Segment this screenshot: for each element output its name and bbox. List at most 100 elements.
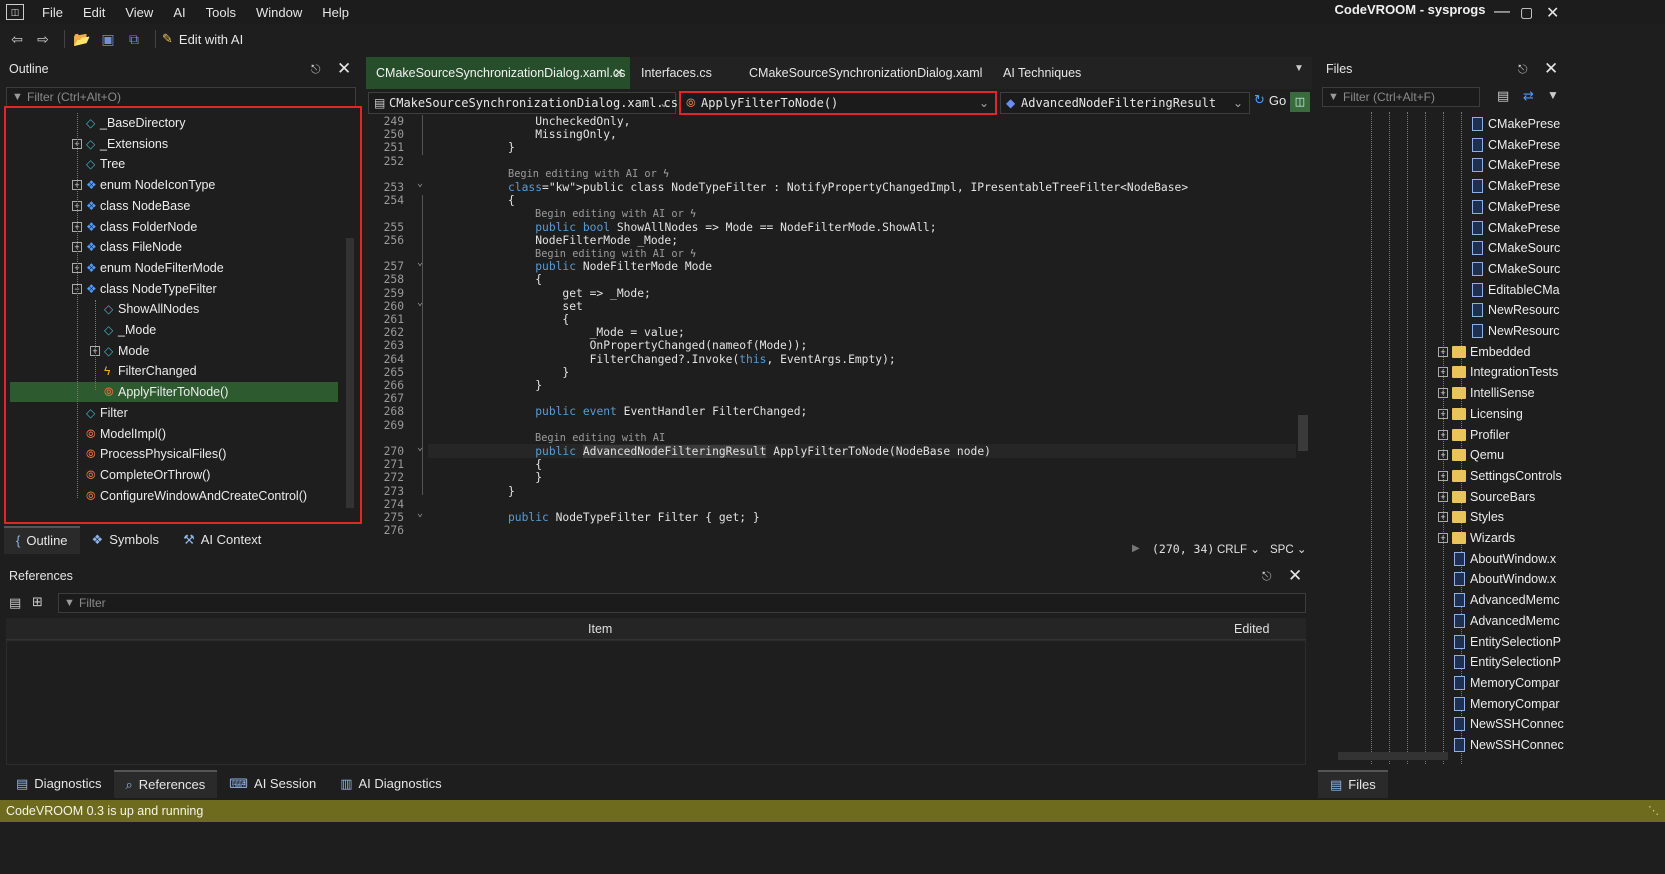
outline-item[interactable]: ◇ Filter xyxy=(10,403,338,423)
outline-item[interactable]: ϟ FilterChanged xyxy=(10,361,338,381)
outline-item[interactable]: + ❖ enum NodeIconType xyxy=(10,175,338,195)
sync-icon[interactable]: ⇄ xyxy=(1523,88,1534,104)
tab-files[interactable]: ▤ Files xyxy=(1318,770,1388,798)
menu-file[interactable]: File xyxy=(32,5,73,20)
file-item[interactable]: AboutWindow.x xyxy=(1318,569,1566,589)
resize-grip-icon[interactable]: ⋱ xyxy=(1648,800,1659,822)
file-item[interactable]: CMakePrese xyxy=(1318,114,1566,134)
column-item[interactable]: Item xyxy=(588,622,612,636)
save-icon[interactable]: ▣ xyxy=(97,28,119,50)
folder-item[interactable]: + Qemu xyxy=(1318,445,1566,465)
folder-item[interactable]: + IntelliSense xyxy=(1318,383,1566,403)
folder-item[interactable]: + Profiler xyxy=(1318,425,1566,445)
fold-chevron-icon[interactable]: ⌄ xyxy=(417,178,423,189)
go-button[interactable]: ↻ Go xyxy=(1254,92,1286,108)
expand-icon[interactable]: + xyxy=(1438,533,1448,543)
outline-item[interactable]: + ◇ _Extensions xyxy=(10,134,338,154)
menu-ai[interactable]: AI xyxy=(163,5,195,20)
close-outline-icon[interactable]: ✕ xyxy=(337,59,351,79)
expand-icon[interactable]: + xyxy=(1438,346,1448,357)
forward-icon[interactable]: ⇨ xyxy=(32,28,54,50)
outline-item[interactable]: ◇ Tree xyxy=(10,154,338,174)
file-item[interactable]: CMakePrese xyxy=(1318,218,1566,238)
pin-icon[interactable]: ⎋ xyxy=(1262,569,1272,584)
indent-selector[interactable]: SPC ⌄ xyxy=(1270,542,1307,556)
menu-edit[interactable]: Edit xyxy=(73,5,115,20)
menu-view[interactable]: View xyxy=(115,5,163,20)
menu-tools[interactable]: Tools xyxy=(196,5,246,20)
expand-icon[interactable]: + xyxy=(1438,388,1448,399)
tab-symbols[interactable]: ❖ Symbols xyxy=(80,526,172,554)
expand-icon[interactable]: + xyxy=(1438,450,1448,461)
file-item[interactable]: MemoryCompar xyxy=(1318,694,1566,714)
tab-references[interactable]: ⌕ References xyxy=(113,770,218,798)
file-item[interactable]: CMakeSourc xyxy=(1318,238,1566,258)
back-icon[interactable]: ⇦ xyxy=(6,28,28,50)
outline-item[interactable]: + ❖ enum NodeFilterMode xyxy=(10,258,338,278)
file-item[interactable]: CMakePrese xyxy=(1318,197,1566,217)
expand-icon[interactable]: + xyxy=(1438,429,1448,440)
outline-scrollbar[interactable] xyxy=(346,238,354,508)
ai-edit-hint[interactable]: Begin editing with AI or ϟ xyxy=(508,168,669,180)
outline-item[interactable]: ◇ _Mode xyxy=(10,320,338,340)
close-window-icon[interactable]: ✕ xyxy=(1546,3,1559,23)
files-scrollbar[interactable] xyxy=(1338,752,1448,760)
folder-item[interactable]: + Embedded xyxy=(1318,342,1566,362)
close-tab-icon[interactable]: ✕ xyxy=(614,57,624,89)
filter-toggle-icon[interactable]: ▼ xyxy=(1547,88,1559,102)
open-folder-icon[interactable]: 📂 xyxy=(71,28,93,50)
fold-chevron-icon[interactable]: ⌄ xyxy=(417,508,423,519)
outline-item[interactable]: ⦾ ModelImpl() xyxy=(10,424,338,444)
file-item[interactable]: MemoryCompar xyxy=(1318,673,1566,693)
outline-filter-input[interactable]: ▼ Filter (Ctrl+Alt+O) xyxy=(6,87,356,107)
lightning-icon[interactable]: ϟ xyxy=(657,168,669,180)
expand-icon[interactable]: + xyxy=(1438,491,1448,502)
outline-item[interactable]: ◇ _BaseDirectory xyxy=(10,113,338,133)
ai-edit-hint[interactable]: Begin editing with AI or ϟ xyxy=(535,208,696,220)
line-ending-selector[interactable]: CRLF ⌄ xyxy=(1217,542,1260,556)
file-item[interactable]: CMakePrese xyxy=(1318,155,1566,175)
file-item[interactable]: NewResourc xyxy=(1318,321,1566,341)
pin-icon[interactable]: ⎋ xyxy=(311,62,321,77)
scroll-right-icon[interactable]: ▶ xyxy=(1132,543,1140,554)
folder-item[interactable]: + SettingsControls xyxy=(1318,466,1566,486)
references-filter-input[interactable]: ▼ Filter xyxy=(58,593,1306,613)
file-item[interactable]: CMakePrese xyxy=(1318,135,1566,155)
tab-outline[interactable]: {Outline xyxy=(4,526,80,554)
folder-item[interactable]: + Styles xyxy=(1318,507,1566,527)
file-item[interactable]: EditableCMa xyxy=(1318,280,1566,300)
ai-edit-hint[interactable]: Begin editing with AI or ϟ xyxy=(535,248,696,260)
outline-item[interactable]: + ❖ class FolderNode xyxy=(10,217,338,237)
app-logo-icon[interactable]: ◫ xyxy=(6,4,24,20)
type-selector[interactable]: ◆ AdvancedNodeFilteringResult ⌄ xyxy=(1000,92,1250,114)
robot-icon[interactable]: ◫ xyxy=(1290,92,1310,112)
minimize-icon[interactable]: — xyxy=(1494,3,1510,21)
outline-item[interactable]: ⦾ ProcessPhysicalFiles() xyxy=(10,444,338,464)
file-item[interactable]: AboutWindow.x xyxy=(1318,549,1566,569)
tab-ai-diagnostics[interactable]: ▥ AI Diagnostics xyxy=(328,770,453,798)
editor-tab[interactable]: CMakeSourceSynchronizationDialog.xaml xyxy=(739,57,997,89)
file-item[interactable]: AdvancedMemc xyxy=(1318,611,1566,631)
close-files-icon[interactable]: ✕ xyxy=(1544,59,1558,79)
tab-ai-session[interactable]: ⌨ AI Session xyxy=(217,770,328,798)
lightning-icon[interactable]: ϟ xyxy=(684,248,696,260)
outline-item[interactable]: ◇ ShowAllNodes xyxy=(10,299,338,319)
file-item[interactable]: AdvancedMemc xyxy=(1318,590,1566,610)
expand-icon[interactable]: + xyxy=(1438,470,1448,481)
files-filter-input[interactable]: ▼ Filter (Ctrl+Alt+F) xyxy=(1322,87,1480,107)
file-item[interactable]: CMakePrese xyxy=(1318,176,1566,196)
expand-icon[interactable]: + xyxy=(1438,512,1448,523)
save-all-icon[interactable]: ⧉ xyxy=(123,28,145,50)
outline-item[interactable]: ⦾ ApplyFilterToNode() xyxy=(10,382,338,403)
editor-tab[interactable]: CMakeSourceSynchronizationDialog.xaml.cs… xyxy=(366,57,630,89)
folder-item[interactable]: + Wizards xyxy=(1318,528,1566,548)
file-item[interactable]: EntitySelectionP xyxy=(1318,652,1566,672)
editor-tab[interactable]: Interfaces.cs xyxy=(631,57,738,89)
maximize-icon[interactable]: ▢ xyxy=(1520,4,1533,21)
expand-icon[interactable]: + xyxy=(1438,367,1448,378)
lightning-icon[interactable]: ϟ xyxy=(684,208,696,220)
tab-overflow-icon[interactable]: ▼ xyxy=(1294,63,1304,74)
expand-icon[interactable]: + xyxy=(1438,408,1448,419)
outline-item[interactable]: ⦾ CompleteOrThrow() xyxy=(10,465,338,485)
code-editor[interactable]: 249 UncheckedOnly, 250 MissingOnly, 251} 25… xyxy=(366,115,1312,540)
